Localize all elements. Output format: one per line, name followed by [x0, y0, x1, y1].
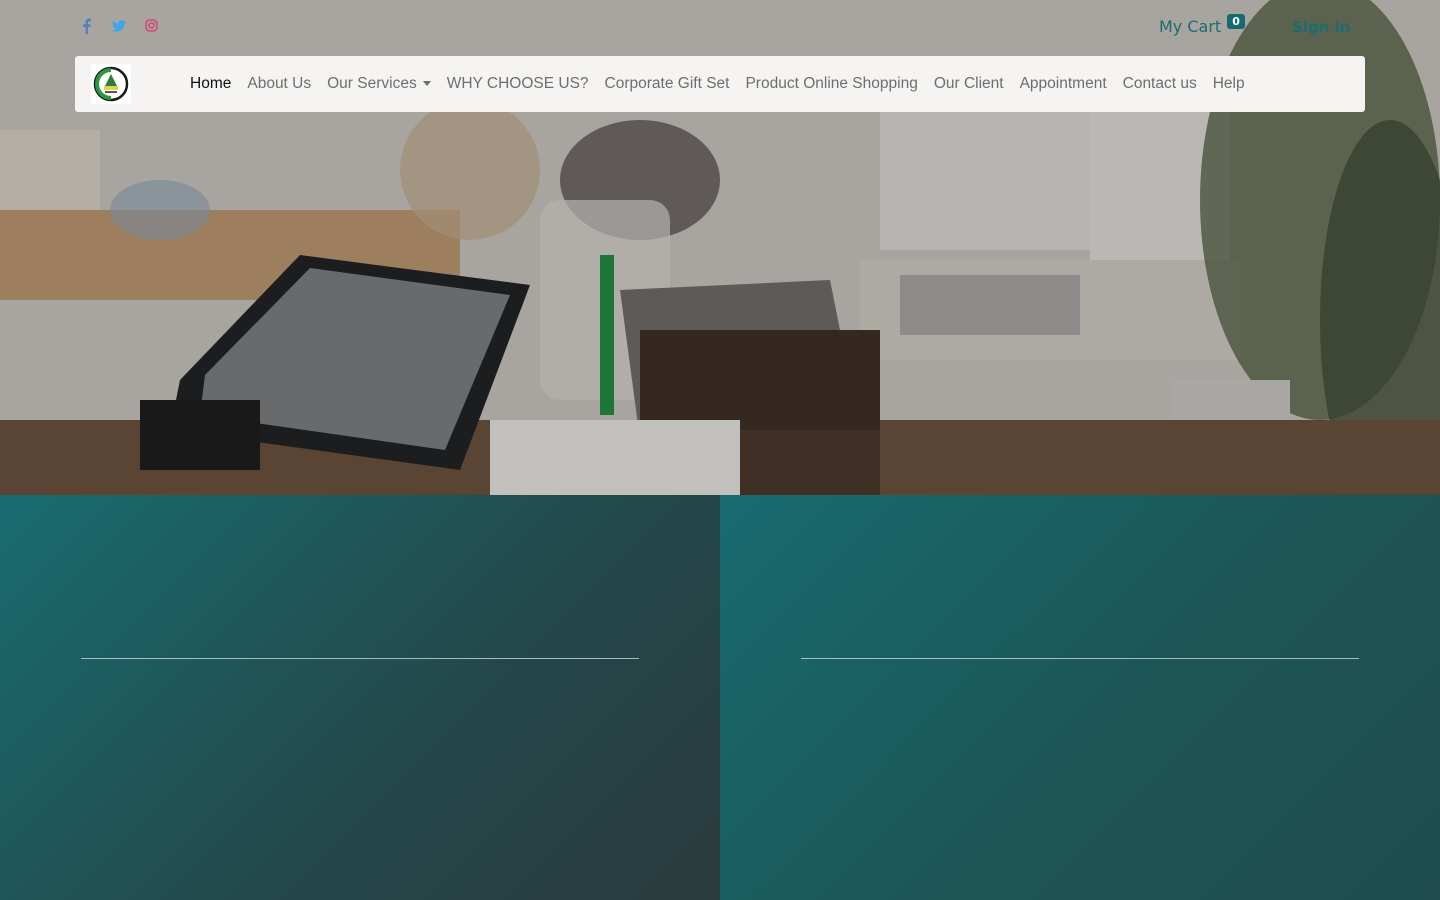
social-links [80, 18, 158, 38]
instagram-icon[interactable] [144, 18, 158, 38]
nav-item-our-client[interactable]: Our Client [926, 75, 1012, 93]
nav-item-our-services[interactable]: Our Services [319, 75, 439, 93]
sign-in-link[interactable]: Sign in [1292, 18, 1350, 36]
chevron-down-icon [422, 81, 431, 87]
nav-item-product-online-shopping[interactable]: Product Online Shopping [737, 75, 925, 93]
nav-item-label: Help [1212, 75, 1245, 92]
main-navbar: Home About Us Our Services WHY CHOOSE US… [75, 56, 1365, 112]
cart-label: My Cart [1159, 17, 1222, 36]
nav-item-about-us[interactable]: About Us [239, 75, 319, 93]
cart-count-badge: 0 [1227, 14, 1245, 29]
cart-link[interactable]: My Cart 0 [1159, 14, 1245, 36]
nav-item-label: Appointment [1019, 75, 1107, 92]
nav-item-label: Our Client [933, 75, 1004, 92]
nav-menu: Home About Us Our Services WHY CHOOSE US… [182, 56, 1253, 112]
nav-item-corporate-gift-set[interactable]: Corporate Gift Set [597, 75, 738, 93]
nav-item-label: About Us [247, 75, 312, 92]
nav-item-label: Product Online Shopping [745, 75, 918, 92]
feature-panel-right [720, 495, 1440, 900]
nav-item-label: Home [190, 75, 232, 92]
feature-panel-left [0, 495, 720, 900]
twitter-icon[interactable] [112, 18, 126, 38]
nav-item-label: Corporate Gift Set [604, 75, 730, 92]
divider [801, 658, 1359, 659]
nav-item-home[interactable]: Home [182, 75, 239, 93]
nav-item-label: WHY CHOOSE US? [446, 75, 589, 92]
nav-item-contact-us[interactable]: Contact us [1115, 75, 1205, 93]
company-logo[interactable] [91, 64, 131, 104]
nav-item-help[interactable]: Help [1205, 75, 1253, 93]
nav-item-label: Contact us [1122, 75, 1197, 92]
divider [81, 658, 639, 659]
nav-item-appointment[interactable]: Appointment [1012, 75, 1115, 93]
top-bar: My Cart 0 Sign in [0, 0, 1440, 56]
facebook-icon[interactable] [80, 18, 94, 38]
nav-item-label: Our Services [327, 75, 417, 92]
nav-item-why-choose-us[interactable]: WHY CHOOSE US? [439, 75, 597, 93]
